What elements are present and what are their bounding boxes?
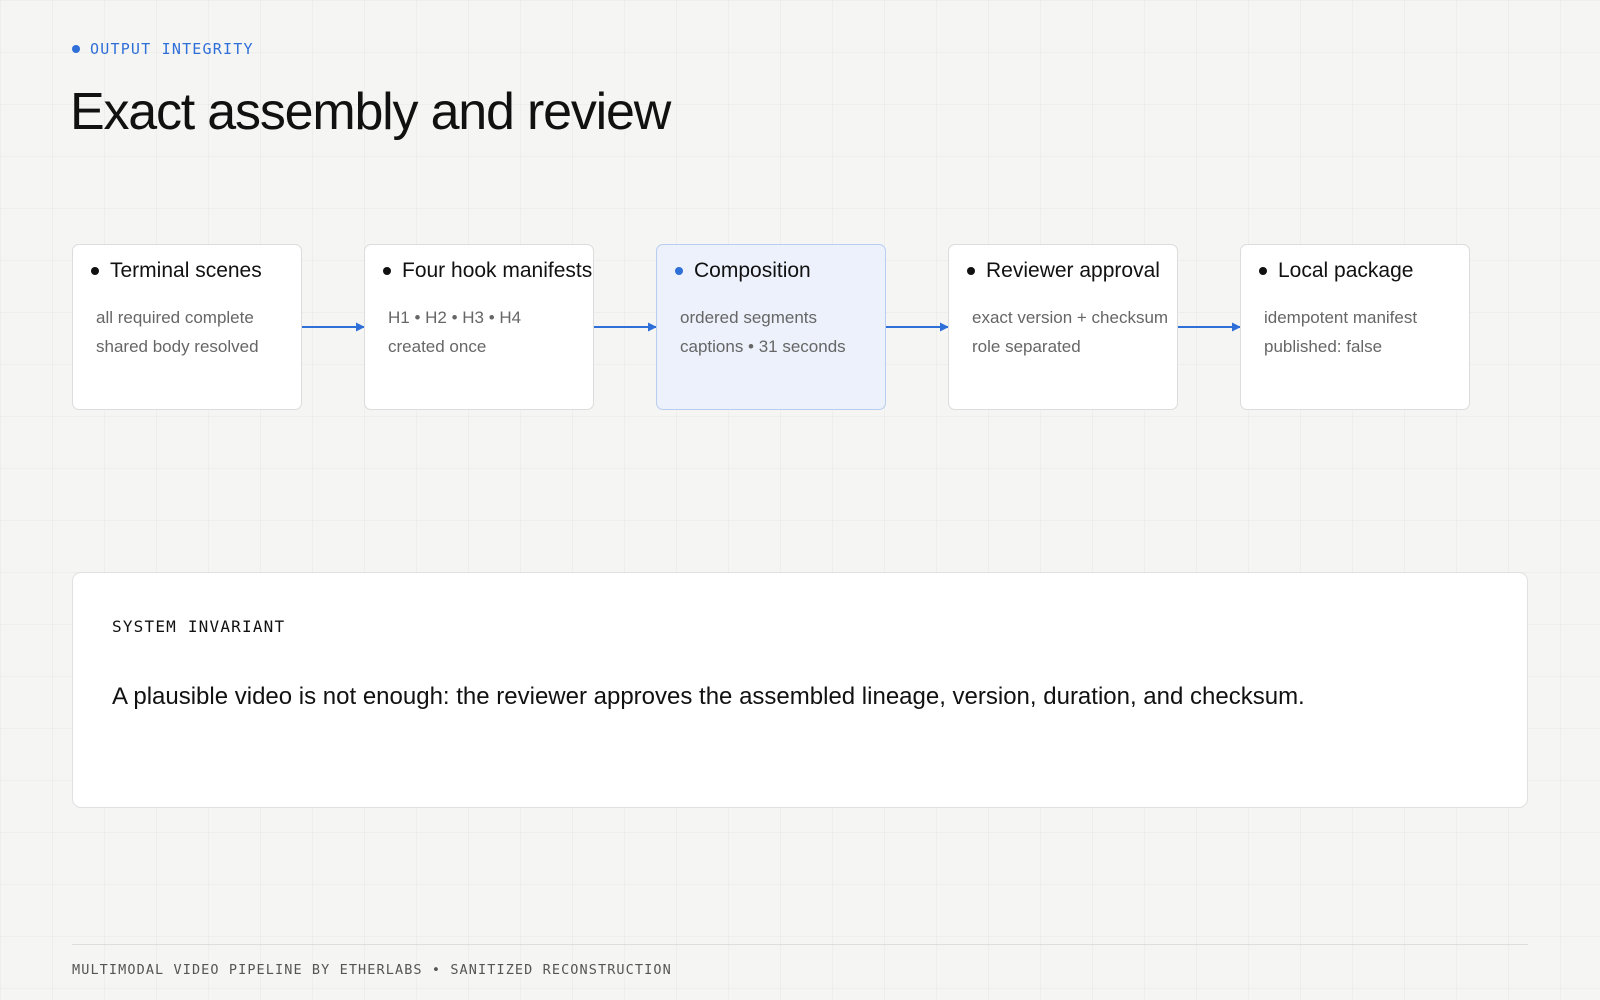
step-details: ordered segments captions • 31 seconds (680, 303, 846, 361)
step-title: Reviewer approval (967, 259, 1160, 283)
step-detail-line: shared body resolved (96, 337, 259, 356)
step-title: Local package (1259, 259, 1413, 283)
step-detail-line: exact version + checksum (972, 308, 1169, 327)
step-detail-line: created once (388, 337, 487, 356)
step-title: Terminal scenes (91, 259, 262, 283)
footer-caption: MULTIMODAL VIDEO PIPELINE BY ETHERLABS •… (72, 962, 672, 978)
step-title-label: Terminal scenes (110, 259, 262, 282)
invariant-statement: A plausible video is not enough: the rev… (112, 683, 1305, 710)
bullet-icon (1259, 267, 1267, 275)
step-details: exact version + checksum role separated (972, 303, 1168, 361)
step-details: idempotent manifest published: false (1264, 303, 1417, 361)
bullet-icon (675, 267, 683, 275)
step-detail-line: all required complete (96, 308, 254, 327)
step-detail-line: idempotent manifest (1264, 308, 1418, 327)
step-details: all required complete shared body resolv… (96, 303, 259, 361)
bullet-icon (91, 267, 99, 275)
bullet-icon (967, 267, 975, 275)
step-title-label: Four hook manifests (402, 259, 593, 282)
pipeline-step[interactable]: Four hook manifests H1 • H2 • H3 • H4 cr… (364, 244, 594, 410)
step-detail-line: ordered segments (680, 308, 818, 327)
step-title: Four hook manifests (383, 259, 592, 283)
step-detail-line: captions • 31 seconds (680, 337, 846, 356)
pipeline-step[interactable]: Terminal scenes all required complete sh… (72, 244, 302, 410)
bullet-icon (383, 267, 391, 275)
pipeline-step[interactable]: Local package idempotent manifest publis… (1240, 244, 1470, 410)
step-title-label: Reviewer approval (986, 259, 1160, 282)
step-details: H1 • H2 • H3 • H4 created once (388, 303, 521, 361)
step-detail-line: role separated (972, 337, 1081, 356)
pipeline-step[interactable]: Reviewer approval exact version + checks… (948, 244, 1178, 410)
invariant-card: SYSTEM INVARIANT A plausible video is no… (72, 572, 1528, 808)
step-detail-line: H1 • H2 • H3 • H4 (388, 308, 522, 327)
footer-divider (72, 944, 1528, 945)
pipeline-flow: Terminal scenes all required complete sh… (0, 0, 1600, 450)
invariant-label: SYSTEM INVARIANT (112, 617, 286, 636)
step-detail-line: published: false (1264, 337, 1383, 356)
step-title-label: Local package (1278, 259, 1414, 282)
pipeline-step[interactable]: Composition ordered segments captions • … (656, 244, 886, 410)
step-title: Composition (675, 259, 811, 283)
step-title-label: Composition (694, 259, 811, 282)
